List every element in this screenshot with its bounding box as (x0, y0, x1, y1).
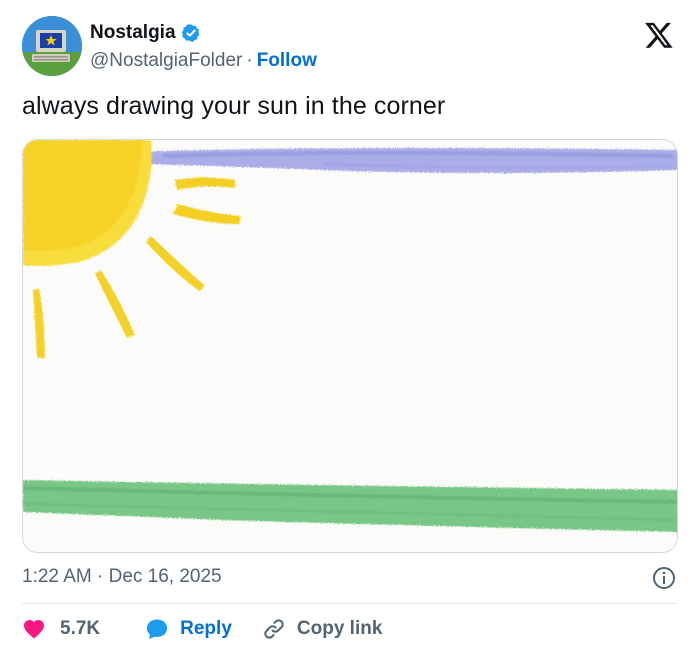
crayon-drawing-image (23, 140, 677, 552)
link-icon (264, 619, 284, 639)
avatar-computer-icon (22, 16, 82, 76)
reply-label: Reply (180, 618, 232, 639)
speech-bubble-icon (146, 619, 168, 639)
heart-icon (24, 620, 44, 639)
likes-count: 5.7K (60, 618, 101, 639)
author-handle[interactable]: @NostalgiaFolder (90, 50, 242, 71)
copy-link-button[interactable]: Copy link (262, 617, 383, 641)
tweet-header: Nostalgia @NostalgiaFolder · Follow (22, 16, 678, 78)
tweet-image[interactable] (22, 139, 678, 553)
verified-badge-icon (181, 24, 199, 43)
action-bar: 5.7K Reply Copy link (22, 614, 382, 644)
x-logo-icon[interactable] (644, 20, 674, 50)
avatar[interactable] (22, 16, 82, 76)
info-icon[interactable] (652, 566, 676, 590)
follow-button[interactable]: Follow (257, 50, 317, 71)
author-name[interactable]: Nostalgia (90, 22, 176, 44)
copy-link-label: Copy link (296, 618, 383, 639)
like-button[interactable]: 5.7K (22, 617, 100, 641)
tweet-text: always drawing your sun in the corner (22, 92, 446, 120)
reply-button[interactable]: Reply (145, 617, 232, 641)
tweet-timestamp[interactable]: 1:22 AM · Dec 16, 2025 (22, 566, 222, 588)
separator-dot: · (246, 50, 253, 71)
divider (22, 603, 678, 604)
